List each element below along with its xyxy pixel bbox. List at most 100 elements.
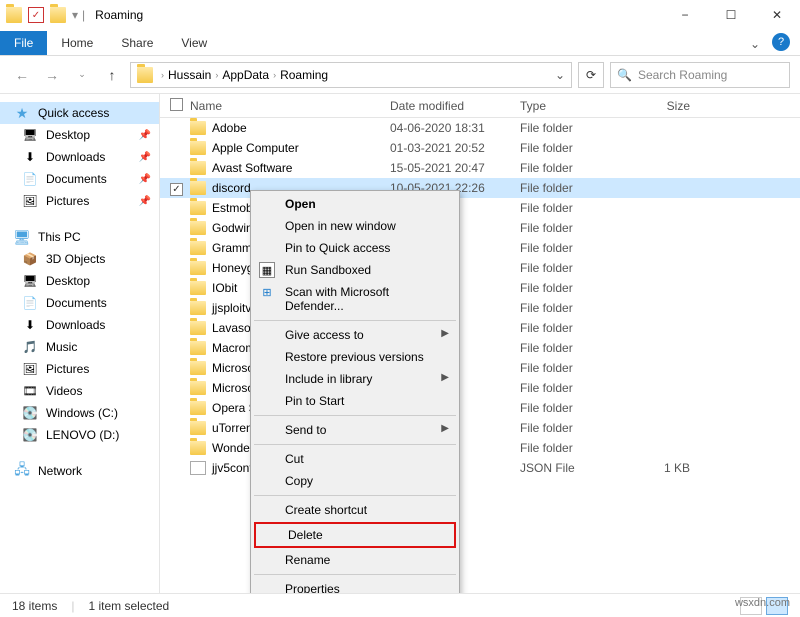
qat-properties-icon[interactable]: ✓ — [28, 7, 44, 23]
ctx-open-new-window[interactable]: Open in new window — [253, 215, 457, 237]
sidebar-item-label: Desktop — [46, 274, 90, 288]
sidebar-item[interactable]: 🎵Music — [0, 336, 159, 358]
sidebar-quick-access[interactable]: ★ Quick access — [0, 102, 159, 124]
col-type[interactable]: Type — [520, 99, 630, 113]
sidebar-item-label: Documents — [46, 172, 107, 186]
help-icon[interactable]: ? — [772, 33, 790, 51]
search-input[interactable]: 🔍 Search Roaming — [610, 62, 790, 88]
ctx-rename[interactable]: Rename — [253, 549, 457, 571]
folder-icon — [190, 361, 206, 375]
network-icon: 🖧 — [14, 463, 30, 479]
file-type: File folder — [520, 201, 630, 215]
folder-icon — [190, 241, 206, 255]
folder-icon — [190, 341, 206, 355]
refresh-button[interactable]: ⟳ — [578, 62, 604, 88]
ctx-separator — [254, 320, 456, 321]
folder-icon — [190, 181, 206, 195]
col-size[interactable]: Size — [630, 99, 690, 113]
ctx-separator — [254, 415, 456, 416]
file-type: File folder — [520, 441, 630, 455]
tab-file[interactable]: File — [0, 31, 47, 55]
sidebar-item[interactable]: 🖼Pictures📌 — [0, 190, 159, 212]
breadcrumb-dropdown-icon[interactable]: ⌄ — [555, 68, 565, 82]
item-icon: ⬇ — [22, 149, 38, 165]
file-name: IObit — [212, 281, 237, 295]
col-name[interactable]: Name — [190, 99, 390, 113]
folder-icon — [190, 261, 206, 275]
file-type: File folder — [520, 321, 630, 335]
sidebar-item[interactable]: ⬇Downloads — [0, 314, 159, 336]
chevron-right-icon[interactable]: › — [215, 70, 218, 80]
row-checkbox[interactable]: ✓ — [170, 183, 183, 196]
ctx-copy[interactable]: Copy — [253, 470, 457, 492]
sidebar-label: This PC — [38, 230, 81, 244]
sidebar-network[interactable]: 🖧 Network — [0, 460, 159, 482]
maximize-button[interactable]: ☐ — [708, 0, 754, 30]
file-row[interactable]: Avast Software15-05-2021 20:47File folde… — [160, 158, 800, 178]
file-row[interactable]: Adobe04-06-2020 18:31File folder — [160, 118, 800, 138]
file-row[interactable]: Apple Computer01-03-2021 20:52File folde… — [160, 138, 800, 158]
qat-newfolder-icon[interactable] — [50, 7, 66, 23]
status-item-count: 18 items — [12, 599, 57, 613]
sidebar-item[interactable]: 📦3D Objects — [0, 248, 159, 270]
minimize-button[interactable]: − — [662, 0, 708, 30]
search-placeholder: Search Roaming — [638, 68, 727, 82]
ctx-pin-start[interactable]: Pin to Start — [253, 390, 457, 412]
star-icon: ★ — [14, 105, 30, 121]
sidebar-item[interactable]: 🖼Pictures — [0, 358, 159, 380]
sidebar-item[interactable]: 📄Documents — [0, 292, 159, 314]
nav-back-button[interactable]: ← — [10, 63, 34, 87]
sidebar-item[interactable]: 🎞Videos — [0, 380, 159, 402]
ctx-restore-versions[interactable]: Restore previous versions — [253, 346, 457, 368]
select-all-checkbox[interactable] — [170, 98, 183, 111]
ribbon-expand-icon[interactable]: ⌄ — [742, 33, 768, 55]
sandbox-icon: ▦ — [259, 262, 275, 278]
sidebar-item[interactable]: 💽Windows (C:) — [0, 402, 159, 424]
tab-view[interactable]: View — [167, 31, 221, 55]
breadcrumb-seg[interactable]: Hussain — [168, 68, 211, 82]
folder-icon — [190, 221, 206, 235]
nav-forward-button[interactable]: → — [40, 63, 64, 87]
status-selected-count: 1 item selected — [88, 599, 169, 613]
ctx-run-sandboxed[interactable]: ▦ Run Sandboxed — [253, 259, 457, 281]
chevron-right-icon[interactable]: › — [273, 70, 276, 80]
sidebar-this-pc[interactable]: 🖥 This PC — [0, 226, 159, 248]
sidebar-item[interactable]: 🖥Desktop — [0, 270, 159, 292]
breadcrumb-seg[interactable]: Roaming — [280, 68, 328, 82]
sidebar-item[interactable]: 🖥Desktop📌 — [0, 124, 159, 146]
qat-overflow-icon[interactable]: ▾ — [72, 8, 78, 22]
ctx-pin-quick-access[interactable]: Pin to Quick access — [253, 237, 457, 259]
ctx-open[interactable]: Open — [253, 193, 457, 215]
folder-icon — [190, 281, 206, 295]
nav-up-button[interactable]: ↑ — [100, 63, 124, 87]
item-icon: 📦 — [22, 251, 38, 267]
file-name: Godwin — [212, 221, 253, 235]
ctx-cut[interactable]: Cut — [253, 448, 457, 470]
file-name: Adobe — [212, 121, 247, 135]
ctx-scan-defender[interactable]: ⊞ Scan with Microsoft Defender... — [253, 281, 457, 317]
chevron-right-icon[interactable]: › — [161, 70, 164, 80]
col-date[interactable]: Date modified — [390, 99, 520, 113]
tab-home[interactable]: Home — [47, 31, 107, 55]
sidebar-item-label: Pictures — [46, 362, 89, 376]
ribbon: File Home Share View ⌄ ? — [0, 30, 800, 56]
sidebar-item[interactable]: 📄Documents📌 — [0, 168, 159, 190]
chevron-right-icon: ▶ — [441, 423, 449, 434]
close-button[interactable]: ✕ — [754, 0, 800, 30]
tab-share[interactable]: Share — [107, 31, 167, 55]
ctx-give-access[interactable]: Give access to▶ — [253, 324, 457, 346]
file-name: Apple Computer — [212, 141, 299, 155]
item-icon: 📄 — [22, 171, 38, 187]
breadcrumb[interactable]: › Hussain › AppData › Roaming ⌄ — [130, 62, 572, 88]
sidebar-item[interactable]: ⬇Downloads📌 — [0, 146, 159, 168]
file-type: File folder — [520, 301, 630, 315]
ctx-delete[interactable]: Delete — [256, 524, 454, 546]
breadcrumb-seg[interactable]: AppData — [222, 68, 269, 82]
sidebar-item[interactable]: 💽LENOVO (D:) — [0, 424, 159, 446]
nav-recent-button[interactable]: ⌄ — [70, 63, 94, 87]
ctx-include-library[interactable]: Include in library▶ — [253, 368, 457, 390]
ctx-create-shortcut[interactable]: Create shortcut — [253, 499, 457, 521]
shield-icon: ⊞ — [259, 284, 275, 300]
item-icon: 💽 — [22, 427, 38, 443]
ctx-send-to[interactable]: Send to▶ — [253, 419, 457, 441]
